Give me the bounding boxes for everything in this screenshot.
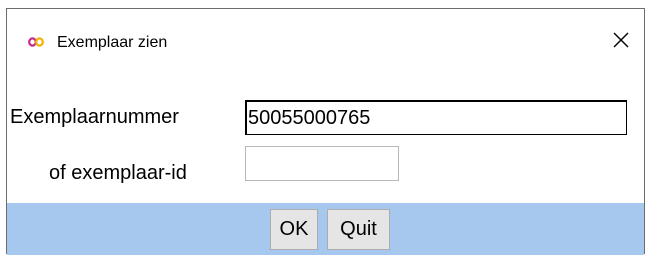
close-button[interactable] [606, 27, 636, 57]
exemplaarnummer-label: Exemplaarnummer [10, 106, 179, 128]
ok-button[interactable]: OK [270, 209, 318, 250]
exemplaarnummer-input[interactable] [245, 100, 627, 135]
window-title: Exemplaar zien [57, 34, 168, 51]
app-logo-icon [28, 35, 44, 47]
lookup-form: Exemplaarnummer of exemplaar-id [7, 77, 644, 203]
exemplaar-id-input[interactable] [245, 146, 399, 181]
quit-button[interactable]: Quit [327, 209, 390, 250]
dialog-window: Exemplaar zien Exemplaarnummer of exempl… [6, 8, 645, 255]
button-bar: OK Quit [7, 203, 644, 255]
title-bar[interactable]: Exemplaar zien [7, 9, 644, 77]
exemplaar-id-label: of exemplaar-id [49, 162, 187, 184]
close-icon [613, 32, 629, 53]
